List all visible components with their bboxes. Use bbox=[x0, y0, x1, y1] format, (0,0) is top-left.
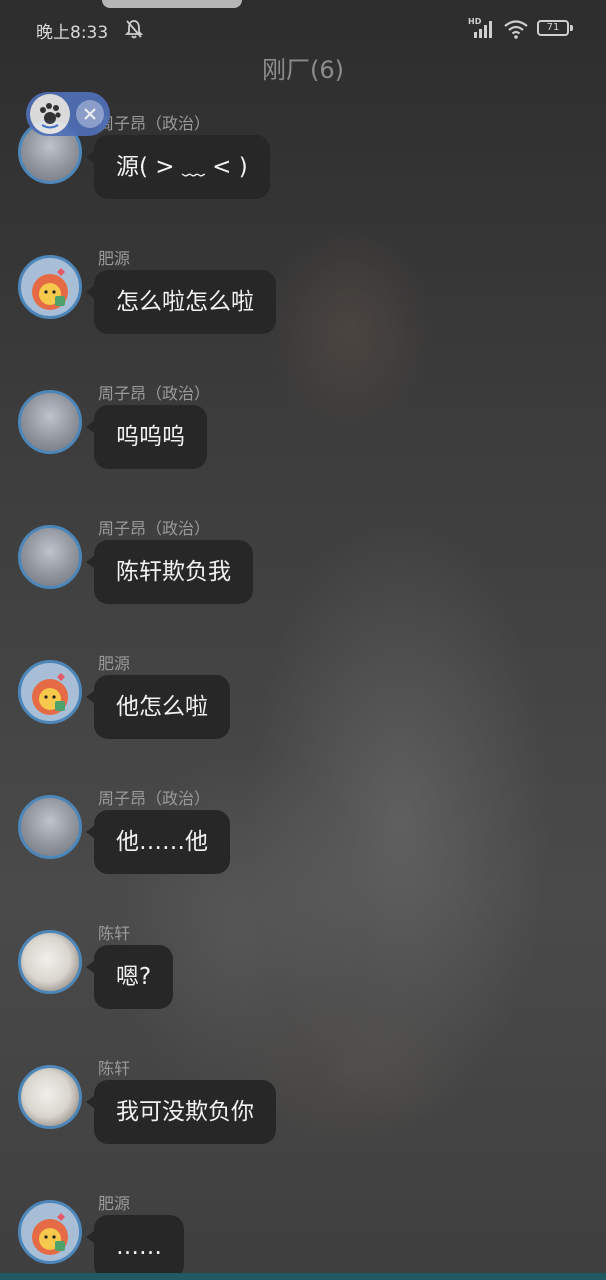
message-bubble[interactable]: 我可没欺负你 bbox=[86, 1080, 276, 1144]
message-row: 周子昂（政治） 呜呜呜 bbox=[0, 384, 606, 510]
avatar[interactable] bbox=[18, 390, 82, 454]
message-bubble[interactable]: 他怎么啦 bbox=[86, 675, 230, 739]
signal-icon bbox=[474, 21, 492, 38]
sender-name: 陈轩 bbox=[98, 1059, 131, 1078]
avatar[interactable] bbox=[18, 795, 82, 859]
chat-title[interactable]: 刚厂(6) bbox=[0, 50, 606, 85]
battery-indicator: 71 bbox=[537, 20, 573, 36]
floating-pill[interactable] bbox=[26, 92, 110, 136]
close-icon[interactable] bbox=[76, 100, 104, 128]
avatar[interactable] bbox=[18, 1065, 82, 1129]
message-row: 陈轩 嗯? bbox=[0, 924, 606, 1050]
message-bubble[interactable]: 怎么啦怎么啦 bbox=[86, 270, 276, 334]
message-bubble[interactable]: …… bbox=[86, 1215, 184, 1279]
avatar[interactable] bbox=[18, 255, 82, 319]
wifi-icon bbox=[504, 20, 528, 39]
sender-name: 肥源 bbox=[98, 1194, 131, 1213]
sender-name: 周子昂（政治） bbox=[98, 384, 211, 403]
bell-muted-icon bbox=[124, 20, 144, 39]
paw-icon[interactable] bbox=[30, 94, 70, 134]
message-bubble[interactable]: 嗯? bbox=[85, 945, 174, 1009]
message-row: 周子昂（政治） 他……他 bbox=[0, 789, 606, 915]
sender-name: 肥源 bbox=[98, 654, 131, 673]
message-bubble[interactable]: 他……他 bbox=[86, 810, 230, 874]
message-row: 肥源 …… bbox=[0, 1194, 606, 1280]
sender-name: 周子昂（政治） bbox=[98, 519, 211, 538]
avatar[interactable] bbox=[18, 660, 82, 724]
message-row: 周子昂（政治） 陈轩欺负我 bbox=[0, 519, 606, 645]
bottom-strip bbox=[0, 1273, 606, 1280]
message-row: 陈轩 我可没欺负你 bbox=[0, 1059, 606, 1185]
message-bubble[interactable]: 陈轩欺负我 bbox=[86, 540, 253, 604]
avatar[interactable] bbox=[18, 525, 82, 589]
message-row: 肥源 怎么啦怎么啦 bbox=[0, 249, 606, 375]
sender-name: 陈轩 bbox=[98, 924, 131, 943]
status-time: 晚上8:33 bbox=[36, 23, 109, 43]
sender-name: 周子昂（政治） bbox=[98, 789, 211, 808]
chat-screen: 晚上8:33 HD 71 刚厂(6) 周子昂（政治） 源(> ﹏ <) 肥源… bbox=[0, 0, 606, 1280]
message-bubble[interactable]: 源( > ﹏ < ) bbox=[86, 135, 270, 199]
avatar[interactable] bbox=[18, 930, 82, 994]
avatar[interactable] bbox=[18, 1200, 82, 1264]
message-row: 周子昂（政治） 源( > ﹏ < ) bbox=[0, 114, 606, 240]
message-row: 肥源 他怎么啦 bbox=[0, 654, 606, 780]
sender-name: 周子昂（政治） bbox=[98, 114, 211, 133]
sender-name: 肥源 bbox=[98, 249, 131, 268]
message-bubble[interactable]: 呜呜呜 bbox=[86, 405, 207, 469]
